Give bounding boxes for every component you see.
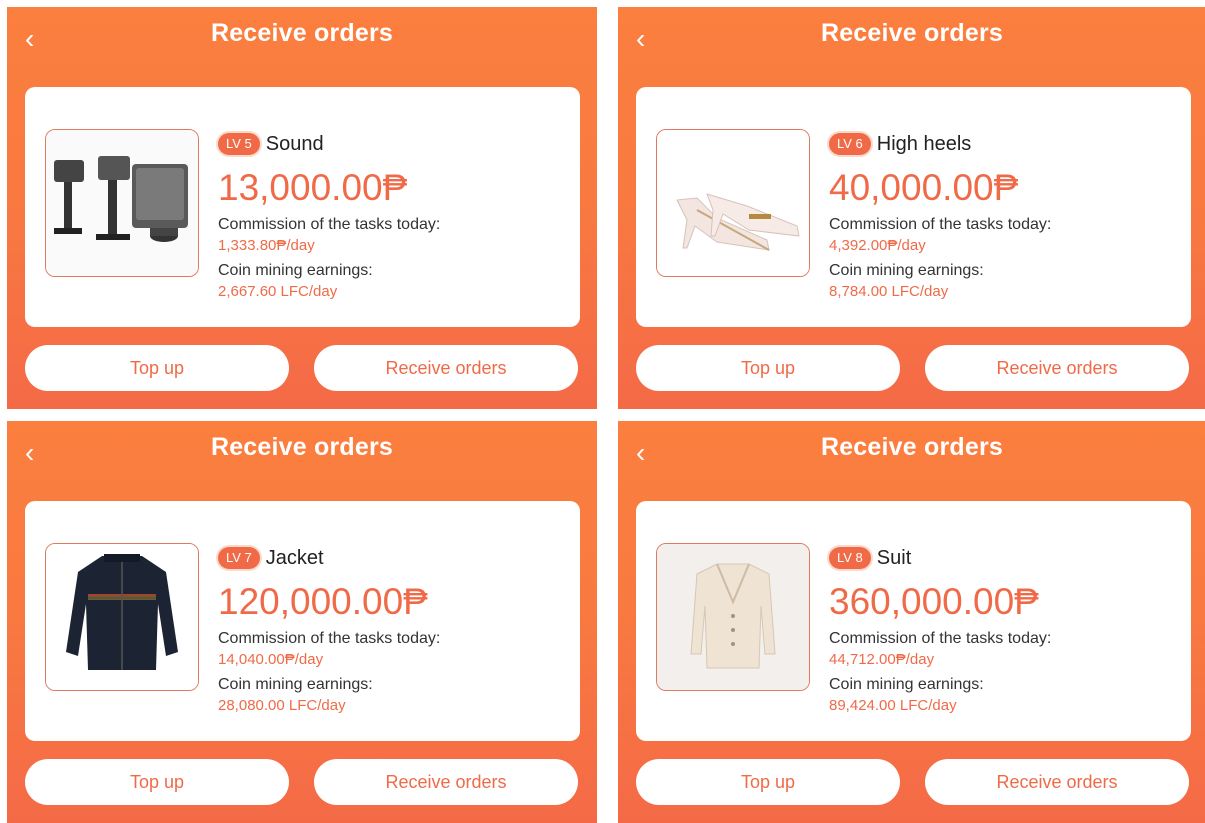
product-name: Suit xyxy=(876,546,912,569)
product-info: LV 6 High heels 40,000.00₱ Commission of… xyxy=(829,127,1179,303)
speaker-system-image xyxy=(45,129,199,277)
product-name: Sound xyxy=(265,132,324,155)
receive-orders-button[interactable]: Receive orders xyxy=(925,759,1189,805)
mining-label: Coin mining earnings: xyxy=(218,262,373,279)
product-card: LV 8 Suit 360,000.00₱ Commission of the … xyxy=(636,501,1191,741)
top-up-button[interactable]: Top up xyxy=(25,759,289,805)
product-info: LV 8 Suit 360,000.00₱ Commission of the … xyxy=(829,541,1179,717)
level-badge: LV 7 xyxy=(218,547,260,569)
product-price: 40,000.00₱ xyxy=(829,167,1019,208)
level-badge: LV 5 xyxy=(218,133,260,155)
commission-value: 4,392.00₱/day xyxy=(829,237,926,254)
receive-orders-button[interactable]: Receive orders xyxy=(925,345,1189,391)
commission-label: Commission of the tasks today: xyxy=(218,630,441,647)
mining-value: 89,424.00 LFC/day xyxy=(829,697,957,714)
receive-orders-panel-lv5: ‹ Receive orders LV 5 Sound 13,000.00₱ C… xyxy=(7,7,597,409)
commission-value: 14,040.00₱/day xyxy=(218,651,324,668)
level-badge: LV 8 xyxy=(829,547,871,569)
page-title: Receive orders xyxy=(210,19,394,47)
receive-orders-button[interactable]: Receive orders xyxy=(314,759,578,805)
mining-value: 2,667.60 LFC/day xyxy=(218,283,338,300)
suit-blazer-image xyxy=(656,543,810,691)
product-card: LV 5 Sound 13,000.00₱ Commission of the … xyxy=(25,87,580,327)
top-up-button[interactable]: Top up xyxy=(636,345,900,391)
product-price: 13,000.00₱ xyxy=(218,167,408,208)
product-card: LV 7 Jacket 120,000.00₱ Commission of th… xyxy=(25,501,580,741)
commission-label: Commission of the tasks today: xyxy=(829,630,1052,647)
mining-label: Coin mining earnings: xyxy=(218,676,373,693)
mining-label: Coin mining earnings: xyxy=(829,676,984,693)
top-up-button[interactable]: Top up xyxy=(636,759,900,805)
product-price: 120,000.00₱ xyxy=(218,581,428,622)
commission-label: Commission of the tasks today: xyxy=(218,216,441,233)
product-info: LV 7 Jacket 120,000.00₱ Commission of th… xyxy=(218,541,568,717)
mining-value: 28,080.00 LFC/day xyxy=(218,697,346,714)
page-title: Receive orders xyxy=(210,433,394,461)
mining-value: 8,784.00 LFC/day xyxy=(829,283,949,300)
commission-label: Commission of the tasks today: xyxy=(829,216,1052,233)
page-title: Receive orders xyxy=(820,433,1004,461)
top-up-button[interactable]: Top up xyxy=(25,345,289,391)
product-name: Jacket xyxy=(265,546,324,569)
receive-orders-panel-lv7: ‹ Receive orders LV 7 Jacket 120,000.00₱… xyxy=(7,421,597,823)
commission-value: 1,333.80₱/day xyxy=(218,237,315,254)
jacket-image xyxy=(45,543,199,691)
commission-value: 44,712.00₱/day xyxy=(829,651,935,668)
product-name: High heels xyxy=(876,132,972,155)
receive-orders-panel-lv8: ‹ Receive orders LV 8 Suit 360,000.00₱ C… xyxy=(618,421,1205,823)
level-badge: LV 6 xyxy=(829,133,871,155)
product-card: LV 6 High heels 40,000.00₱ Commission of… xyxy=(636,87,1191,327)
receive-orders-button[interactable]: Receive orders xyxy=(314,345,578,391)
receive-orders-panel-lv6: ‹ Receive orders LV 6 High heels 40,000.… xyxy=(618,7,1205,409)
page-title: Receive orders xyxy=(820,19,1004,47)
product-info: LV 5 Sound 13,000.00₱ Commission of the … xyxy=(218,127,568,303)
high-heels-image xyxy=(656,129,810,277)
mining-label: Coin mining earnings: xyxy=(829,262,984,279)
product-price: 360,000.00₱ xyxy=(829,581,1039,622)
